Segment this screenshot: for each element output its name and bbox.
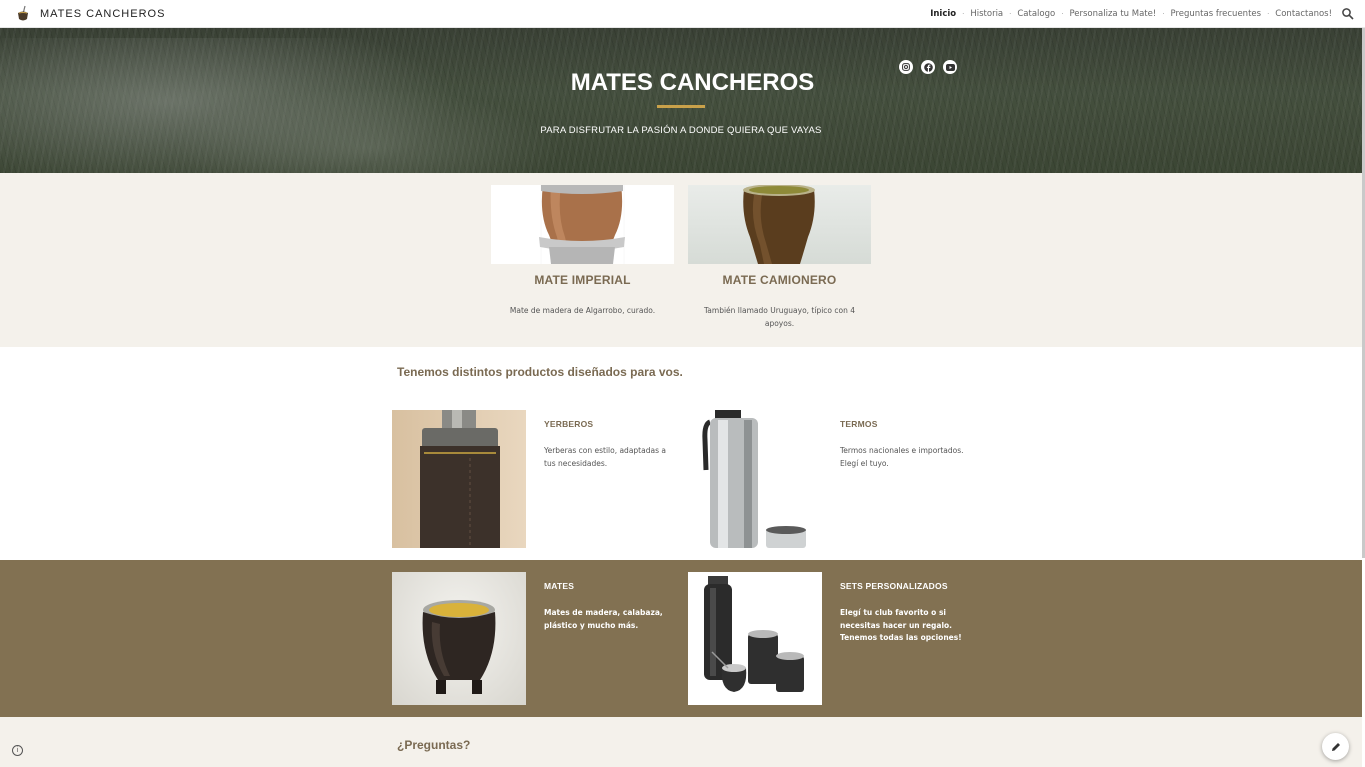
pencil-icon <box>1331 742 1340 751</box>
hero-banner: MATES CANCHEROS PARA DISFRUTAR LA PASIÓN… <box>0 28 1362 173</box>
product-title[interactable]: TERMOS <box>840 419 878 429</box>
nav-separator: · <box>1267 10 1270 18</box>
nav-item-contactanos[interactable]: Contactanos! <box>1275 9 1332 19</box>
mate-logo-icon <box>14 5 32 23</box>
sets-personalizados-image[interactable] <box>688 572 822 705</box>
product-title[interactable]: MATES <box>544 581 574 591</box>
products-section: Tenemos distintos productos diseñados pa… <box>0 347 1362 560</box>
brand[interactable]: MATES CANCHEROS <box>14 5 165 23</box>
featured-title: MATE CAMIONERO <box>722 273 837 287</box>
nav-separator: · <box>962 10 965 18</box>
hero-subtitle: PARA DISFRUTAR LA PASIÓN A DONDE QUIERA … <box>540 125 822 136</box>
youtube-icon[interactable] <box>943 60 957 74</box>
section-title: Tenemos distintos productos diseñados pa… <box>397 365 683 379</box>
product-title[interactable]: YERBEROS <box>544 419 593 429</box>
featured-card-mate-camionero[interactable]: MATE CAMIONERO También llamado Uruguayo,… <box>688 185 871 330</box>
site-title: MATES CANCHEROS <box>40 8 166 20</box>
nav-separator: · <box>1061 10 1064 18</box>
hero-title: MATES CANCHEROS <box>570 69 815 96</box>
social-links <box>899 60 957 74</box>
product-description: Elegí tu club favorito o si necesitas ha… <box>840 608 962 642</box>
hero-divider <box>657 105 705 108</box>
featured-title: MATE IMPERIAL <box>534 273 631 287</box>
mates-image[interactable] <box>392 572 526 705</box>
nav-separator: · <box>1009 10 1012 18</box>
nav-item-catalogo[interactable]: Catalogo <box>1017 9 1055 19</box>
nav-item-preguntas[interactable]: Preguntas frecuentes <box>1171 9 1262 19</box>
info-icon[interactable]: i <box>12 745 23 756</box>
main-nav: Inicio · Historia · Catalogo · Personali… <box>930 9 1332 19</box>
nav-item-inicio[interactable]: Inicio <box>930 9 956 19</box>
featured-card-mate-imperial[interactable]: MATE IMPERIAL Mate de madera de Algarrob… <box>491 185 674 317</box>
product-title[interactable]: SETS PERSONALIZADOS <box>840 581 948 591</box>
nav-separator: · <box>1162 10 1165 18</box>
mate-camionero-image <box>688 185 871 264</box>
search-icon[interactable] <box>1341 7 1355 21</box>
featured-description: También llamado Uruguayo, típico con 4 a… <box>703 306 856 328</box>
top-navigation-bar: MATES CANCHEROS Inicio · Historia · Cata… <box>0 0 1365 28</box>
faq-title: ¿Preguntas? <box>397 738 471 752</box>
instagram-icon[interactable] <box>899 60 913 74</box>
nav-item-personaliza[interactable]: Personaliza tu Mate! <box>1069 9 1156 19</box>
products-section-highlight: MATES Mates de madera, calabaza, plástic… <box>0 560 1362 717</box>
faq-section: ¿Preguntas? <box>0 717 1362 767</box>
edit-button[interactable] <box>1322 733 1349 760</box>
yerberos-image[interactable] <box>392 410 526 548</box>
product-description: Termos nacionales e importados. Elegí el… <box>840 446 964 468</box>
product-description: Yerberas con estilo, adaptadas a tus nec… <box>544 446 666 468</box>
facebook-icon[interactable] <box>921 60 935 74</box>
hero-overlay <box>0 28 1362 173</box>
termos-image[interactable] <box>688 410 822 548</box>
nav-item-historia[interactable]: Historia <box>970 9 1003 19</box>
featured-products: MATE IMPERIAL Mate de madera de Algarrob… <box>0 173 1362 347</box>
featured-description: Mate de madera de Algarrobo, curado. <box>509 306 656 315</box>
mate-imperial-image <box>491 185 674 264</box>
product-description: Mates de madera, calabaza, plástico y mu… <box>544 608 663 630</box>
